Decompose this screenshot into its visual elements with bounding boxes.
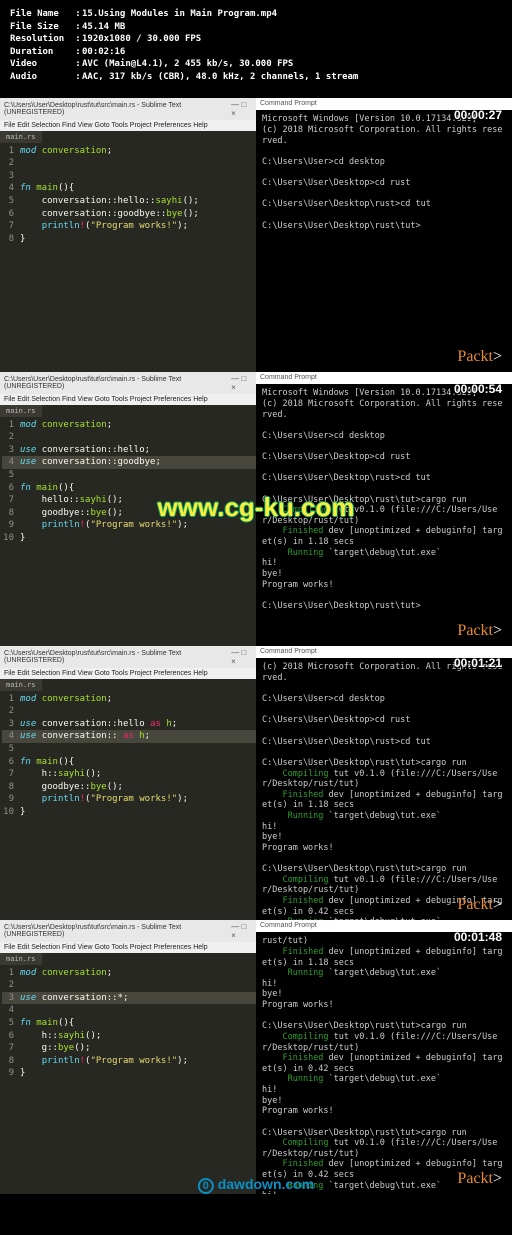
terminal-body[interactable]: (c) 2018 Microsoft Corporation. All righ… xyxy=(256,658,512,919)
screenshot-3: C:\Users\User\Desktop\rust\tut\src\main.… xyxy=(0,646,512,920)
code-area[interactable]: 1mod conversation;234fn main(){5 convers… xyxy=(0,143,256,248)
terminal-pane: Command Prompt (c) 2018 Microsoft Corpor… xyxy=(256,646,512,920)
packt-logo: Packt> xyxy=(457,348,502,366)
editor-titlebar[interactable]: C:\Users\User\Desktop\rust\tut\src\main.… xyxy=(0,646,256,668)
terminal-body[interactable]: Microsoft Windows [Version 10.0.17134.82… xyxy=(256,384,512,615)
editor-title-text: C:\Users\User\Desktop\rust\tut\src\main.… xyxy=(4,102,231,116)
window-buttons[interactable]: — □ × xyxy=(231,100,252,118)
code-area[interactable]: 1mod conversation;23use conversation::he… xyxy=(0,691,256,821)
packt-logo: Packt> xyxy=(457,622,502,640)
editor-titlebar[interactable]: C:\Users\User\Desktop\rust\tut\src\main.… xyxy=(0,372,256,394)
editor-pane: C:\Users\User\Desktop\rust\tut\src\main.… xyxy=(0,920,256,1194)
editor-pane: C:\Users\User\Desktop\rust\tut\src\main.… xyxy=(0,646,256,920)
packt-logo: Packt> xyxy=(457,896,502,914)
packt-logo: Packt> xyxy=(457,1170,502,1188)
screenshot-4: C:\Users\User\Desktop\rust\tut\src\main.… xyxy=(0,920,512,1194)
editor-pane: C:\Users\User\Desktop\rust\tut\src\main.… xyxy=(0,98,256,372)
terminal-pane: Command Prompt Microsoft Windows [Versio… xyxy=(256,372,512,646)
terminal-pane: Command Prompt Microsoft Windows [Versio… xyxy=(256,98,512,372)
screenshot-2: C:\Users\User\Desktop\rust\tut\src\main.… xyxy=(0,372,512,646)
screenshot-1: C:\Users\User\Desktop\rust\tut\src\main.… xyxy=(0,98,512,372)
editor-pane: C:\Users\User\Desktop\rust\tut\src\main.… xyxy=(0,372,256,646)
timestamp: 00:00:54 xyxy=(454,382,502,396)
code-area[interactable]: 1mod conversation;23use conversation::*;… xyxy=(0,965,256,1082)
timestamp: 00:00:27 xyxy=(454,108,502,122)
terminal-body[interactable]: Microsoft Windows [Version 10.0.17134.82… xyxy=(256,110,512,235)
timestamp: 00:01:48 xyxy=(454,930,502,944)
editor-tab[interactable]: main.rs xyxy=(0,131,42,143)
file-info-block: File Name:15.Using Modules in Main Progr… xyxy=(0,0,512,98)
terminal-body[interactable]: rust/tut) Finished dev [unoptimized + de… xyxy=(256,932,512,1193)
code-area[interactable]: 1mod conversation;23use conversation::he… xyxy=(0,417,256,547)
terminal-pane: Command Prompt rust/tut) Finished dev [u… xyxy=(256,920,512,1194)
editor-menu[interactable]: File Edit Selection Find View Goto Tools… xyxy=(0,120,256,131)
editor-titlebar[interactable]: C:\Users\User\Desktop\rust\tut\src\main.… xyxy=(0,920,256,942)
editor-titlebar[interactable]: C:\Users\User\Desktop\rust\tut\src\main.… xyxy=(0,98,256,120)
timestamp: 00:01:21 xyxy=(454,656,502,670)
